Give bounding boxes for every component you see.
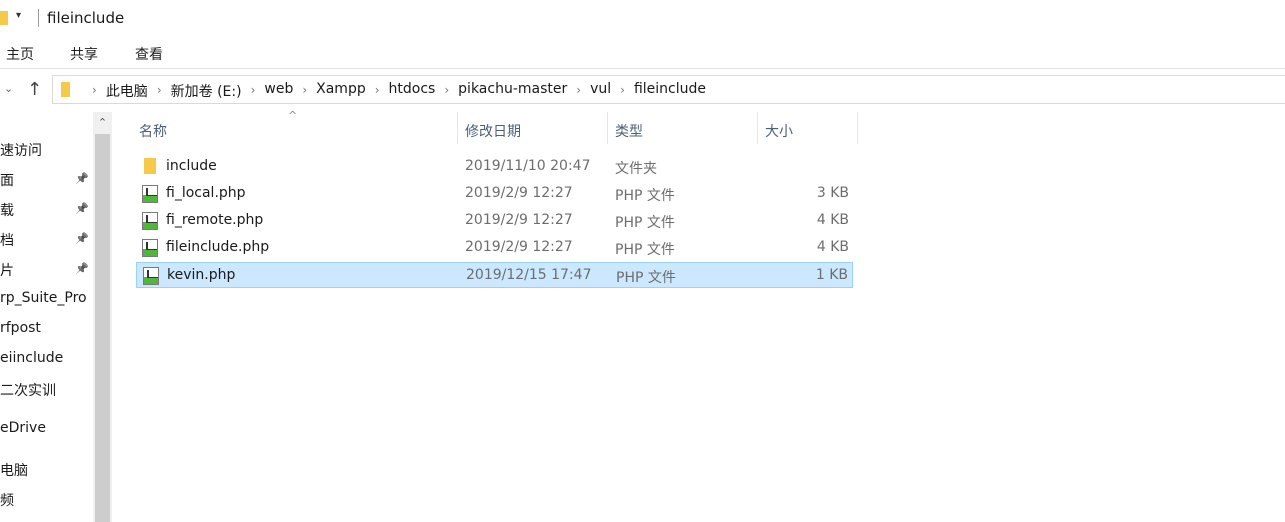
file-row[interactable]: fileinclude.php 2019/2/9 12:27 PHP 文件 4 KB xyxy=(136,235,853,261)
file-row[interactable]: fi_remote.php 2019/2/9 12:27 PHP 文件 4 KB xyxy=(136,208,853,234)
breadcrumb-item[interactable]: fileinclude xyxy=(634,81,706,101)
divider[interactable] xyxy=(607,112,608,144)
breadcrumb-item[interactable]: Xampp xyxy=(316,81,366,101)
divider[interactable] xyxy=(857,112,858,144)
nav-item[interactable]: 速访问 xyxy=(0,140,42,160)
breadcrumb-item[interactable]: htdocs xyxy=(389,81,436,101)
file-row[interactable]: kevin.php 2019/12/15 17:47 PHP 文件 1 KB xyxy=(136,262,853,288)
chevron-right-icon[interactable]: › xyxy=(148,81,171,101)
chevron-right-icon[interactable]: › xyxy=(293,81,316,101)
folder-icon xyxy=(61,82,70,97)
chevron-right-icon[interactable]: › xyxy=(366,81,389,101)
file-size: 1 KB xyxy=(815,267,848,283)
file-name: kevin.php xyxy=(167,267,236,283)
window-title: fileinclude xyxy=(47,9,125,27)
nav-item[interactable]: 频 xyxy=(0,490,14,510)
chevron-right-icon[interactable]: › xyxy=(435,81,458,101)
recent-locations-chevron-icon[interactable]: ⌄ xyxy=(4,82,13,95)
folder-icon xyxy=(144,158,156,174)
php-file-icon xyxy=(143,267,159,285)
scroll-up-icon[interactable]: ⌃ xyxy=(93,112,112,134)
address-bar[interactable]: › 此电脑 › 新加卷 (E:) › web › Xampp › htdocs › pikachu-m… xyxy=(52,75,1285,104)
nav-item[interactable]: 片 xyxy=(0,260,14,280)
nav-item[interactable]: eDrive xyxy=(0,420,46,436)
file-date: 2019/2/9 12:27 xyxy=(465,212,573,228)
file-row[interactable]: fi_local.php 2019/2/9 12:27 PHP 文件 3 KB xyxy=(136,181,853,207)
pin-icon[interactable]: 📌 xyxy=(75,232,89,245)
up-arrow-icon[interactable]: ↑ xyxy=(27,79,42,100)
php-file-icon xyxy=(142,212,158,230)
file-name: fi_local.php xyxy=(166,185,246,201)
file-name: fileinclude.php xyxy=(166,239,270,255)
nav-item[interactable]: 电脑 xyxy=(0,460,28,480)
navigation-pane: 速访问面 📌 载 📌 档 📌 片 📌 rp_Suite_Prorfpost eiinclude 二次… xyxy=(0,112,93,522)
pin-icon[interactable]: 📌 xyxy=(75,202,89,215)
breadcrumb-item[interactable]: web xyxy=(264,81,293,101)
nav-item[interactable]: 载 xyxy=(0,200,14,220)
nav-item[interactable]: rfpost xyxy=(0,320,41,336)
file-size: 3 KB xyxy=(816,185,849,201)
php-file-icon xyxy=(142,239,158,257)
file-date: 2019/11/10 20:47 xyxy=(465,158,591,174)
file-type: PHP 文件 xyxy=(616,270,676,286)
file-date: 2019/2/9 12:27 xyxy=(465,239,573,255)
chevron-right-icon[interactable]: › xyxy=(83,81,106,101)
divider xyxy=(0,68,1285,69)
file-type: PHP 文件 xyxy=(615,215,675,231)
chevron-right-icon[interactable]: › xyxy=(611,81,634,101)
file-date: 2019/12/15 17:47 xyxy=(466,267,592,283)
file-row[interactable]: include 2019/11/10 20:47 文件夹 xyxy=(136,154,853,180)
title-bar: ▾ fileinclude xyxy=(0,0,1285,36)
file-type: 文件夹 xyxy=(615,161,657,177)
quick-access-dropdown[interactable]: ▾ xyxy=(16,10,21,21)
file-type: PHP 文件 xyxy=(615,188,675,204)
file-name: fi_remote.php xyxy=(166,212,264,228)
chevron-right-icon[interactable]: › xyxy=(242,81,265,101)
pin-icon[interactable]: 📌 xyxy=(75,262,89,275)
breadcrumb-item[interactable]: vul xyxy=(590,81,611,101)
nav-scrollbar[interactable]: ⌃ xyxy=(93,112,112,522)
nav-item[interactable]: rp_Suite_Pro xyxy=(0,290,87,306)
tab-view[interactable]: 查看 xyxy=(135,44,163,64)
file-size: 4 KB xyxy=(816,239,849,255)
tab-home[interactable]: 主页 xyxy=(6,44,34,64)
folder-icon xyxy=(0,11,8,25)
file-name: include xyxy=(166,158,217,174)
column-header-name[interactable]: 名称 xyxy=(139,121,167,141)
breadcrumb-item[interactable]: 此电脑 xyxy=(106,81,148,101)
chevron-right-icon[interactable]: › xyxy=(567,81,590,101)
nav-item[interactable]: 面 xyxy=(0,170,14,190)
column-headers: 名称 修改日期 类型 大小 xyxy=(130,112,860,146)
tab-share[interactable]: 共享 xyxy=(70,44,98,64)
pin-icon[interactable]: 📌 xyxy=(75,172,89,185)
scrollbar-thumb[interactable] xyxy=(95,134,110,522)
breadcrumb-item[interactable]: 新加卷 (E:) xyxy=(171,81,242,101)
column-header-date[interactable]: 修改日期 xyxy=(465,121,521,141)
nav-item[interactable]: 档 xyxy=(0,230,14,250)
nav-item[interactable]: eiinclude xyxy=(0,350,63,366)
breadcrumb: › 此电脑 › 新加卷 (E:) › web › Xampp › htdocs › pikachu-m… xyxy=(83,81,706,101)
nav-item[interactable]: 二次实训 xyxy=(0,380,56,400)
divider xyxy=(38,9,39,27)
column-header-type[interactable]: 类型 xyxy=(615,121,643,141)
file-date: 2019/2/9 12:27 xyxy=(465,185,573,201)
breadcrumb-item[interactable]: pikachu-master xyxy=(458,81,567,101)
file-type: PHP 文件 xyxy=(615,242,675,258)
divider[interactable] xyxy=(457,112,458,144)
php-file-icon xyxy=(142,185,158,203)
divider[interactable] xyxy=(757,112,758,144)
file-size: 4 KB xyxy=(816,212,849,228)
column-header-size[interactable]: 大小 xyxy=(765,121,793,141)
